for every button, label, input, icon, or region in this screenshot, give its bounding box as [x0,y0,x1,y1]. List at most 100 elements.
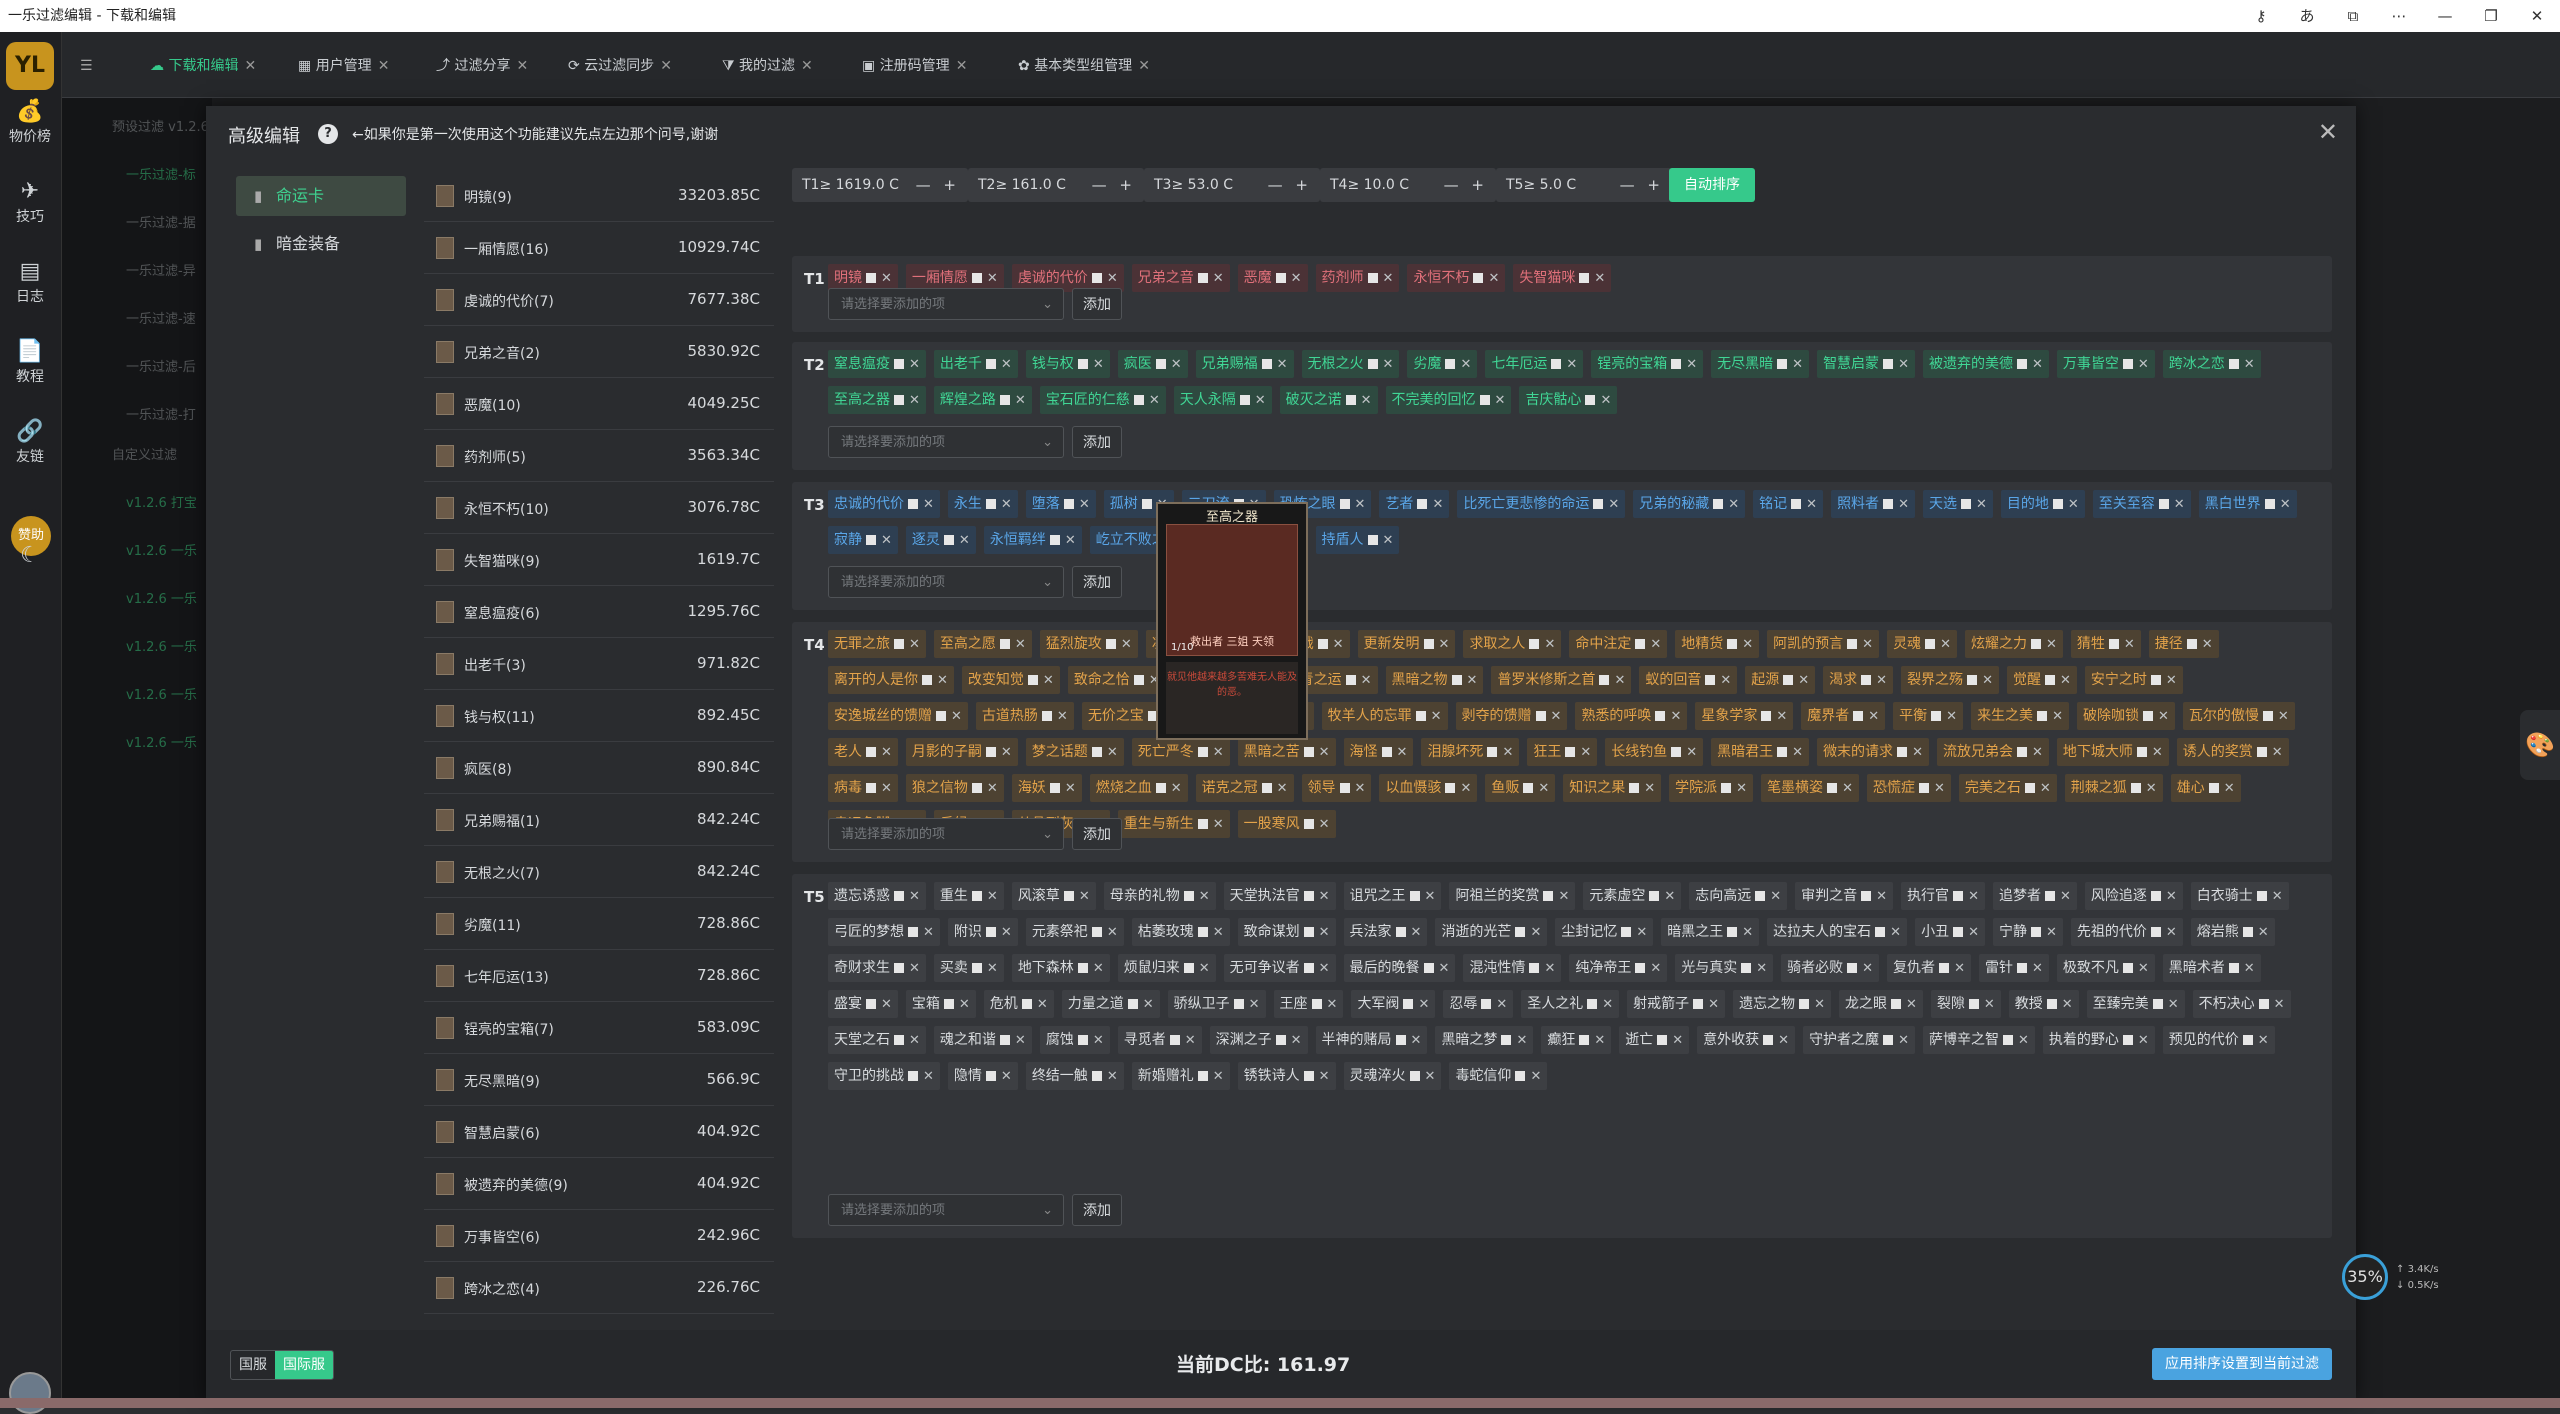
tag-toggle-icon[interactable] [1481,999,1492,1009]
tag-toggle-icon[interactable] [894,359,904,369]
tier-tag[interactable]: 守卫的挑战 ✕ [828,1062,940,1090]
tag-remove-icon[interactable]: ✕ [959,997,970,1012]
tag-remove-icon[interactable]: ✕ [2060,673,2071,688]
tier-tag[interactable]: 知识之果 ✕ [1563,774,1662,802]
tier-tag[interactable]: 先祖的代价 ✕ [2070,918,2183,946]
tag-toggle-icon[interactable] [1339,783,1350,793]
tag-remove-icon[interactable]: ✕ [2138,1033,2149,1048]
tag-remove-icon[interactable]: ✕ [1213,817,1224,832]
tag-remove-icon[interactable]: ✕ [1906,997,1917,1012]
tag-toggle-icon[interactable] [1621,927,1632,937]
tier-tag[interactable]: 更新发明 ✕ [1357,630,1456,658]
tier-tag[interactable]: 癫狂 ✕ [1541,1026,1612,1054]
card-row[interactable]: 明镜(9) 33203.85C [424,170,774,222]
tag-toggle-icon[interactable] [1585,395,1596,405]
tag-toggle-icon[interactable] [1311,999,1322,1009]
tag-remove-icon[interactable]: ✕ [1291,1033,1302,1048]
tag-remove-icon[interactable]: ✕ [1093,1033,1104,1048]
tag-toggle-icon[interactable] [1918,783,1929,793]
tier-tag[interactable]: 跨冰之恋 ✕ [2162,350,2261,378]
tag-toggle-icon[interactable] [1897,747,1908,757]
tier-tag[interactable]: 堕落 ✕ [1025,490,1096,518]
dialog-close-button[interactable]: ✕ [2318,118,2338,146]
tag-remove-icon[interactable]: ✕ [1495,393,1506,408]
tier-tag[interactable]: 力量之道 ✕ [1061,990,1160,1018]
tag-toggle-icon[interactable] [1409,1071,1420,1081]
tier-tag[interactable]: 病毒 ✕ [828,774,898,802]
tag-remove-icon[interactable]: ✕ [1664,889,1675,904]
tier-tag[interactable]: 熟悉的呼唤 ✕ [1575,702,1688,730]
tier-tag[interactable]: 无可争议者 ✕ [1223,954,1336,982]
tag-toggle-icon[interactable] [1587,999,1598,1009]
tier-tag[interactable]: 锃亮的宝箱 ✕ [1591,350,1704,378]
tag-remove-icon[interactable]: ✕ [1946,709,1957,724]
tag-remove-icon[interactable]: ✕ [2018,1033,2029,1048]
tag-toggle-icon[interactable] [1303,747,1314,757]
tag-toggle-icon[interactable] [922,675,932,685]
tier-tag[interactable]: 枯萎玫瑰 ✕ [1131,918,1230,946]
tag-toggle-icon[interactable] [999,395,1010,405]
tier-tag[interactable]: 风滚草 ✕ [1011,882,1096,910]
tag-toggle-icon[interactable] [1755,891,1766,901]
tag-remove-icon[interactable]: ✕ [1898,497,1909,512]
tag-remove-icon[interactable]: ✕ [1984,997,1995,1012]
tier-tag[interactable]: 灵魂 ✕ [1887,630,1957,658]
card-row[interactable]: 无根之火(7) 842.24C [424,846,774,898]
tag-remove-icon[interactable]: ✕ [1708,997,1719,1012]
tag-remove-icon[interactable]: ✕ [1594,271,1605,286]
nav-item[interactable]: ▤ 日志 [0,258,60,306]
tag-toggle-icon[interactable] [1523,783,1534,793]
tier-tag[interactable]: 破除咖锁 ✕ [2076,702,2175,730]
copy-icon[interactable]: ⧉ [2330,0,2376,32]
tag-remove-icon[interactable]: ✕ [1319,889,1330,904]
tier-tag[interactable]: 天堂之石 ✕ [828,1026,926,1054]
tier-tag[interactable]: 至关至容 ✕ [2092,490,2191,518]
server-intl-option[interactable]: 国际服 [275,1351,333,1379]
tier-tag[interactable]: 诅咒之王 ✕ [1343,882,1442,910]
tag-remove-icon[interactable]: ✕ [1001,497,1012,512]
tag-remove-icon[interactable]: ✕ [1876,673,1887,688]
tier-select[interactable]: 请选择要添加的项 ⌄ [828,818,1064,850]
tab-close-icon[interactable]: ✕ [1138,58,1150,74]
tier-tag[interactable]: 狼之信物 ✕ [905,774,1004,802]
tag-remove-icon[interactable]: ✕ [1015,1033,1026,1048]
tier-tag[interactable]: 炫耀之力 ✕ [1964,630,2063,658]
tier-tag[interactable]: 以血慑骇 ✕ [1379,774,1478,802]
tag-remove-icon[interactable]: ✕ [1551,709,1562,724]
tier-tag[interactable]: 瓦尔的傲慢 ✕ [2182,702,2295,730]
tag-toggle-icon[interactable] [1599,675,1610,685]
tier-tag[interactable]: 永恒不朽 ✕ [1407,264,1506,292]
tag-toggle-icon[interactable] [1169,1035,1180,1045]
tag-toggle-icon[interactable] [971,963,982,973]
threshold-input[interactable]: T2≥ 161.0 C — + [968,168,1144,202]
tag-remove-icon[interactable]: ✕ [1249,997,1260,1012]
tag-toggle-icon[interactable] [985,359,996,369]
tag-remove-icon[interactable]: ✕ [2280,497,2291,512]
tier-tag[interactable]: 吉庆骷心 ✕ [1519,386,1618,414]
category-item[interactable]: ▮ 暗金装备 [236,224,406,264]
tag-toggle-icon[interactable] [1197,819,1208,829]
tier-tag[interactable]: 出老千 ✕ [933,350,1018,378]
palette-icon[interactable]: 🎨 [2520,710,2560,780]
tag-toggle-icon[interactable] [1303,963,1314,973]
tag-toggle-icon[interactable] [1077,359,1088,369]
tag-remove-icon[interactable]: ✕ [1686,745,1697,760]
server-cn-option[interactable]: 国服 [231,1351,275,1379]
tier-tag[interactable]: 猛烈旋攻 ✕ [1039,630,1138,658]
tag-toggle-icon[interactable] [1367,273,1378,283]
tag-remove-icon[interactable]: ✕ [881,271,892,286]
tag-remove-icon[interactable]: ✕ [1940,637,1951,652]
tier-tag[interactable]: 预见的代价 ✕ [2162,1026,2275,1054]
tag-toggle-icon[interactable] [1367,535,1378,545]
tag-remove-icon[interactable]: ✕ [909,961,920,976]
tag-remove-icon[interactable]: ✕ [1015,393,1026,408]
tag-remove-icon[interactable]: ✕ [1672,1033,1683,1048]
tier-tag[interactable]: 执行官 ✕ [1901,882,1985,910]
tag-remove-icon[interactable]: ✕ [1862,637,1873,652]
tag-toggle-icon[interactable] [1777,359,1788,369]
card-row[interactable]: 被遗弃的美德(9) 404.92C [424,1158,774,1210]
tag-remove-icon[interactable]: ✕ [1107,745,1118,760]
tag-remove-icon[interactable]: ✕ [1143,997,1154,1012]
threshold-input[interactable]: T3≥ 53.0 C — + [1144,168,1320,202]
tier-tag[interactable]: 风险追逐 ✕ [2084,882,2183,910]
